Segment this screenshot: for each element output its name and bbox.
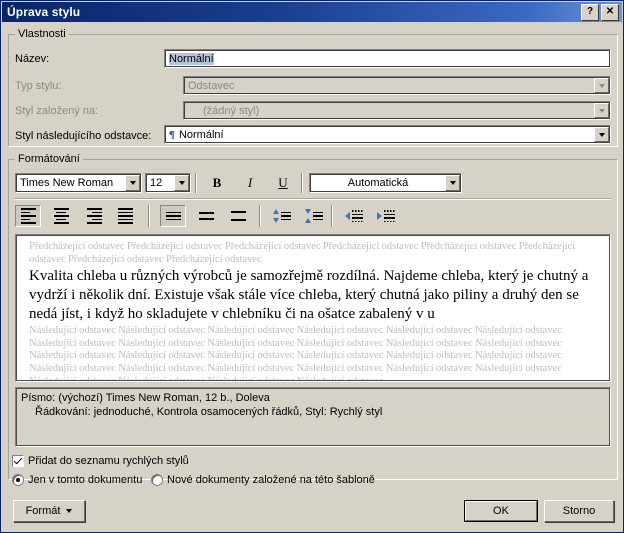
caret-down-icon <box>66 509 73 513</box>
chevron-down-icon[interactable] <box>125 175 140 191</box>
font-name-value: Times New Roman <box>20 177 114 189</box>
increase-paragraph-spacing-button[interactable] <box>301 205 327 227</box>
italic-icon: I <box>247 175 253 190</box>
title-bar[interactable]: Úprava stylu ? ✕ <box>2 2 622 22</box>
font-size-dropdown[interactable]: 12 <box>145 173 191 193</box>
only-this-document-radio[interactable]: Jen v tomto dokumentu <box>12 474 142 486</box>
based-on-value: (žádný styl) <box>203 104 260 117</box>
ok-button[interactable]: OK <box>464 500 538 522</box>
increase-indent-button[interactable] <box>373 205 399 227</box>
chevron-down-icon <box>594 78 609 93</box>
toolbar-divider <box>15 198 611 200</box>
next-style-value: Normální <box>178 128 224 141</box>
description-line-1: Písmo: (výchozí) Times New Roman, 12 b.,… <box>21 392 270 404</box>
bold-button[interactable]: B <box>204 172 230 194</box>
style-type-dropdown: Odstavec <box>183 76 611 95</box>
based-on-label: Styl založený na: <box>15 105 99 117</box>
add-to-quick-styles-checkbox[interactable]: Přidat do seznamu rychlých stylů <box>12 455 189 467</box>
preview-before-text: Předcházející odstavec Předcházející ods… <box>29 241 576 265</box>
decrease-paragraph-spacing-button[interactable] <box>269 205 295 227</box>
description-line-2: Řádkování: jednoduché, Kontrola osamocen… <box>35 406 383 418</box>
chevron-down-icon[interactable] <box>594 127 609 142</box>
chevron-down-icon[interactable] <box>174 175 189 191</box>
properties-legend: Vlastnosti <box>15 28 69 40</box>
style-preview-pane: Předcházející odstavec Předcházející ods… <box>15 234 611 382</box>
underline-button[interactable]: U <box>270 172 296 194</box>
line-spacing-single-button[interactable] <box>160 205 186 227</box>
italic-button[interactable]: I <box>237 172 263 194</box>
cancel-button-label: Storno <box>562 505 596 517</box>
toolbar-separator <box>148 205 150 227</box>
align-left-button[interactable] <box>15 205 41 227</box>
ok-button-label: OK <box>493 505 509 517</box>
add-to-quick-styles-label: Přidat do seznamu rychlých stylů <box>28 455 189 467</box>
name-input-value: Normální <box>169 52 214 65</box>
name-label: Název: <box>15 53 50 65</box>
line-spacing-single-icon <box>165 211 181 221</box>
underline-icon: U <box>278 175 288 190</box>
align-justify-button[interactable] <box>112 205 138 227</box>
align-center-icon <box>53 208 69 224</box>
align-right-button[interactable] <box>81 205 107 227</box>
increase-paragraph-spacing-icon <box>305 209 323 223</box>
checkbox-icon[interactable] <box>12 455 24 467</box>
name-input[interactable]: Normální <box>164 49 611 68</box>
font-color-value: Automatická <box>347 177 409 189</box>
preview-after-text: Následující odstavec Následující odstave… <box>29 325 562 380</box>
next-style-label: Styl následujícího odstavce: <box>15 130 152 142</box>
next-style-dropdown[interactable]: ¶ Normální <box>164 125 611 144</box>
line-spacing-double-button[interactable] <box>225 205 251 227</box>
decrease-indent-button[interactable] <box>341 205 367 227</box>
new-documents-radio[interactable]: Nové dokumenty založené na této šabloně <box>151 474 375 486</box>
decrease-indent-icon <box>345 210 363 222</box>
decrease-paragraph-spacing-icon <box>273 209 291 223</box>
pilcrow-icon: ¶ <box>169 128 175 141</box>
based-on-dropdown: (žádný styl) <box>183 101 611 120</box>
align-right-icon <box>86 208 102 224</box>
font-size-value: 12 <box>150 177 163 189</box>
toolbar-separator <box>259 205 261 227</box>
radio-icon[interactable] <box>151 474 163 486</box>
align-justify-icon <box>117 208 133 224</box>
style-type-value: Odstavec <box>188 79 235 92</box>
only-this-document-label: Jen v tomto dokumentu <box>28 474 143 486</box>
toolbar-separator <box>195 173 197 193</box>
radio-icon[interactable] <box>12 474 24 486</box>
format-button[interactable]: Formát <box>13 500 85 522</box>
font-color-dropdown[interactable]: Automatická <box>309 173 462 193</box>
line-spacing-double-icon <box>230 211 246 221</box>
chevron-down-icon[interactable] <box>445 175 460 191</box>
style-description-box: Písmo: (výchozí) Times New Roman, 12 b.,… <box>15 387 611 447</box>
formatting-legend: Formátování <box>15 153 83 165</box>
font-name-dropdown[interactable]: Times New Roman <box>15 173 142 193</box>
align-center-button[interactable] <box>48 205 74 227</box>
increase-indent-icon <box>377 210 395 222</box>
new-documents-label: Nové dokumenty založené na této šabloně <box>167 474 375 486</box>
preview-sample-text: Kvalita chleba u různých výrobců je samo… <box>29 268 589 323</box>
line-spacing-1-5-button[interactable] <box>193 205 219 227</box>
align-left-icon <box>20 208 36 224</box>
cancel-button[interactable]: Storno <box>544 500 614 522</box>
chevron-down-icon <box>594 103 609 118</box>
title-bar-buttons: ? ✕ <box>581 3 619 21</box>
toolbar-separator <box>331 205 333 227</box>
close-icon[interactable]: ✕ <box>601 3 619 21</box>
line-spacing-1-5-icon <box>198 212 214 220</box>
dialog-title: Úprava stylu <box>7 5 81 19</box>
toolbar-separator <box>301 173 303 193</box>
format-button-label: Formát <box>25 505 61 517</box>
help-icon[interactable]: ? <box>581 3 599 21</box>
style-type-label: Typ stylu: <box>15 80 62 92</box>
bold-icon: B <box>212 175 222 190</box>
modify-style-dialog: Úprava stylu ? ✕ Vlastnosti Název: Normá… <box>0 0 624 533</box>
